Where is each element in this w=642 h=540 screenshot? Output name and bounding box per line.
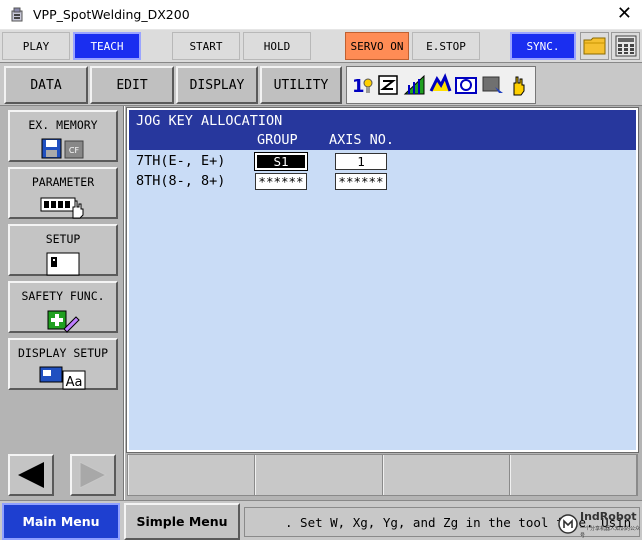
column-header-axis: AXIS NO. [329, 132, 395, 148]
panel-title: JOG KEY ALLOCATION [136, 113, 283, 129]
menu-display[interactable]: DISPLAY [176, 66, 258, 104]
safety-icon [47, 310, 80, 333]
watermark-logo-icon [558, 514, 578, 534]
parameter-button[interactable]: PARAMETER [8, 167, 118, 219]
estop-button[interactable]: E.STOP [412, 32, 480, 60]
function-key-4[interactable] [509, 455, 637, 495]
function-key-2[interactable] [255, 455, 383, 495]
menu-data[interactable]: DATA [4, 66, 88, 104]
sync-button[interactable]: SYNC. [510, 32, 576, 60]
aa-label: Aa [66, 375, 83, 390]
simple-menu-button[interactable]: Simple Menu [124, 503, 240, 540]
parameter-label: PARAMETER [31, 175, 95, 189]
coordinate-icon [403, 73, 426, 97]
parameter-hand-icon [40, 197, 84, 219]
folder-icon [583, 37, 605, 55]
play-button[interactable]: PLAY [2, 32, 70, 60]
svg-text:1: 1 [352, 76, 365, 97]
display-setup-button[interactable]: DISPLAY SETUP Aa [8, 338, 118, 390]
setup-icon [46, 252, 80, 276]
prev-arrow-icon [18, 462, 44, 488]
main-area: JOG KEY ALLOCATION GROUP AXIS NO. 7TH(E-… [125, 106, 642, 500]
start-button[interactable]: START [172, 32, 240, 60]
mode-bar: PLAY TEACH START HOLD SERVO ON E.STOP SY… [0, 30, 642, 62]
hand-icon [507, 73, 530, 97]
speed-icon [429, 73, 452, 97]
group-cell-7th[interactable]: S1 [254, 152, 308, 171]
display-setup-label: DISPLAY SETUP [17, 346, 108, 360]
monitor-icon [481, 73, 504, 97]
close-icon[interactable]: ✕ [617, 3, 632, 24]
setup-label: SETUP [45, 232, 81, 246]
display-setup-icon: Aa [39, 366, 86, 390]
hold-button[interactable]: HOLD [243, 32, 311, 60]
main-menu-button[interactable]: Main Menu [2, 503, 120, 540]
function-key-3[interactable] [382, 455, 510, 495]
menu-edit[interactable]: EDIT [90, 66, 174, 104]
bottom-bar: Main Menu Simple Menu . Set W, Xg, Yg, a… [0, 500, 642, 540]
menu-utility[interactable]: UTILITY [260, 66, 342, 104]
safety-func-label: SAFETY FUNC. [21, 289, 105, 303]
sidebar: EX. MEMORY CF PARAMETER SETUP SAFETY FUN… [0, 106, 124, 500]
axis-cell-8th[interactable]: ****** [335, 173, 387, 190]
panel-header: JOG KEY ALLOCATION GROUP AXIS NO. [129, 110, 636, 150]
next-arrow-icon [79, 461, 108, 489]
function-key-1[interactable] [128, 455, 256, 495]
folder-button[interactable] [580, 32, 609, 60]
status-icons: 1 [346, 66, 536, 104]
floppy-icon: CF [41, 138, 84, 159]
function-key-bar [127, 454, 638, 496]
safety-func-button[interactable]: SAFETY FUNC. [8, 281, 118, 333]
column-header-group: GROUP [257, 132, 298, 148]
teach-button[interactable]: TEACH [73, 32, 141, 60]
edit-lock-icon [377, 73, 400, 97]
row-label-8th: 8TH(8-, 8+) [136, 173, 226, 189]
app-icon [11, 7, 23, 22]
watermark: IndRobot 一个分享机器人知识的公众号 [556, 510, 642, 539]
watermark-text: IndRobot [580, 510, 637, 523]
setup-button[interactable]: SETUP [8, 224, 118, 276]
prev-page-button[interactable] [8, 454, 54, 496]
menu-bar: DATA EDIT DISPLAY UTILITY 1 [0, 62, 642, 106]
title-bar: VPP_SpotWelding_DX200 ✕ [0, 0, 642, 30]
robot-number-icon: 1 [351, 73, 374, 97]
cf-card-icon: CF [69, 146, 80, 155]
row-label-7th: 7TH(E-, E+) [136, 153, 226, 169]
ex-memory-button[interactable]: EX. MEMORY CF [8, 110, 118, 162]
keypad-button[interactable] [611, 32, 640, 60]
window-title: VPP_SpotWelding_DX200 [33, 7, 190, 22]
jog-key-allocation-panel: JOG KEY ALLOCATION GROUP AXIS NO. 7TH(E-… [126, 107, 639, 453]
servo-on-button[interactable]: SERVO ON [345, 32, 409, 60]
ex-memory-label: EX. MEMORY [28, 118, 98, 132]
camera-icon [455, 73, 478, 97]
axis-cell-7th[interactable]: 1 [335, 153, 387, 170]
watermark-subtext: 一个分享机器人知识的公众号 [580, 526, 641, 539]
next-page-button[interactable] [70, 454, 116, 496]
keypad-icon [615, 35, 636, 57]
group-cell-8th[interactable]: ****** [255, 173, 307, 190]
